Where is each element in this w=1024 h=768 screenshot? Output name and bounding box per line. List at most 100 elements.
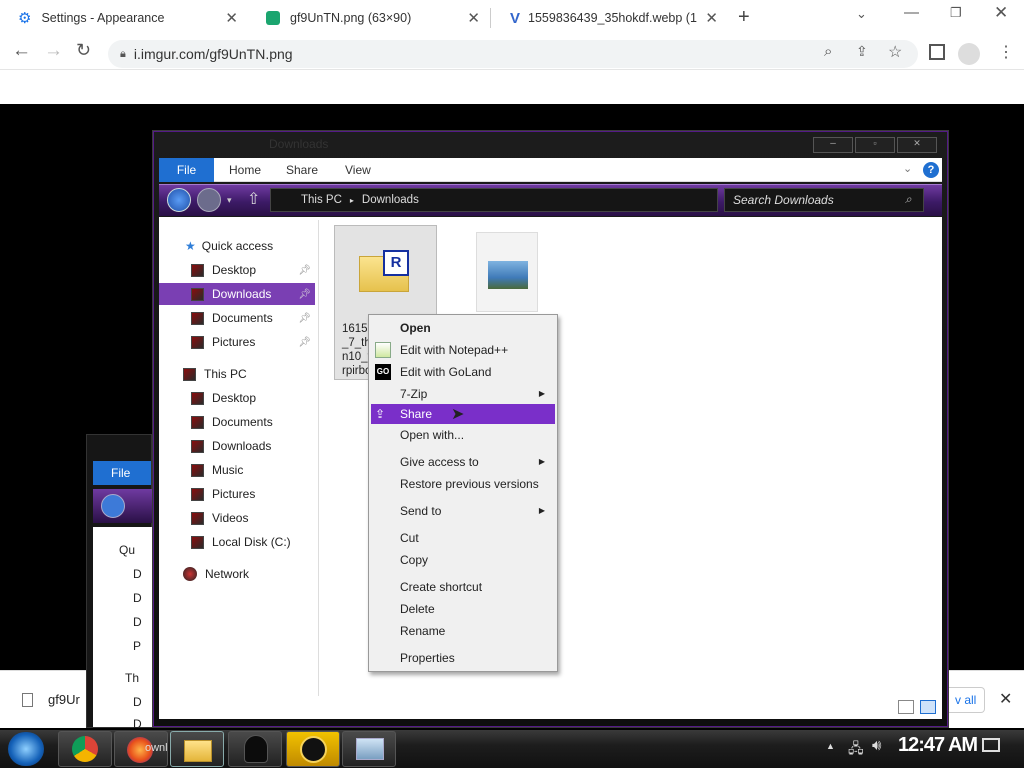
back-nav-item[interactable]: D (133, 591, 142, 605)
ribbon-tab-view[interactable]: View (345, 158, 371, 182)
menu-item-open[interactable]: Open (371, 318, 555, 338)
back-nav-item[interactable]: D (133, 615, 142, 629)
image-file-icon[interactable] (476, 232, 538, 312)
pin-icon[interactable]: 📌︎ (298, 337, 311, 348)
nav-item-pc-videos[interactable]: Videos (159, 507, 315, 529)
back-nav-item[interactable]: P (133, 639, 141, 653)
min-button[interactable]: – (813, 137, 853, 153)
back-quick-access[interactable]: Qu (119, 543, 135, 557)
nav-item-pc-music[interactable]: Music (159, 459, 315, 481)
pin-icon[interactable]: 📌︎ (298, 265, 311, 276)
menu-item-goland[interactable]: GO Edit with GoLand (371, 362, 555, 382)
download-item-name[interactable]: gf9Ur (48, 692, 80, 707)
tab-webp[interactable]: V 1559836439_35hokdf.webp (1 ✕ (492, 0, 728, 36)
menu-item-restore-versions[interactable]: Restore previous versions (371, 474, 555, 494)
menu-item-cut[interactable]: Cut (371, 528, 555, 548)
ribbon-expand-icon[interactable]: ⌄ (903, 162, 912, 175)
ribbon-tab-file[interactable]: File (159, 158, 214, 182)
notification-icon[interactable] (982, 738, 1000, 752)
menu-item-give-access[interactable]: Give access to ▶ (371, 452, 555, 472)
nav-item-pc-pictures[interactable]: Pictures (159, 483, 315, 505)
max-button[interactable]: ▫ (855, 137, 895, 153)
back-nav-item[interactable]: D (133, 717, 142, 731)
back-arrow-icon[interactable]: ← (12, 40, 31, 62)
back-arrow-icon[interactable] (167, 188, 191, 212)
help-icon[interactable]: ? (923, 162, 939, 178)
menu-item-open-with[interactable]: Open with... (371, 425, 555, 445)
search-icon[interactable]: ⌕ (824, 43, 832, 60)
recent-dropdown-icon[interactable]: ▾ (227, 195, 232, 206)
taskbar-clock[interactable]: 12:47 AM (898, 734, 978, 757)
close-tab-icon[interactable]: ✕ (225, 9, 238, 27)
close-button[interactable]: ✕ (897, 137, 937, 153)
kebab-menu-icon[interactable]: ⋮ (998, 42, 1014, 62)
taskbar-app-monitor[interactable] (342, 731, 396, 767)
close-tab-icon[interactable]: ✕ (467, 9, 480, 27)
breadcrumb-this-pc[interactable]: This PC (301, 194, 342, 206)
nav-item-pc-documents[interactable]: Documents (159, 411, 315, 433)
taskbar-app-hooded[interactable] (228, 731, 282, 767)
menu-item-7zip[interactable]: 7-Zip ▶ (371, 384, 555, 404)
menu-item-rename[interactable]: Rename (371, 621, 555, 641)
nav-network[interactable]: Network (159, 563, 315, 585)
nav-item-pc-downloads[interactable]: Downloads (159, 435, 315, 457)
profile-avatar-icon[interactable] (958, 43, 980, 65)
start-button-icon[interactable] (8, 732, 44, 766)
back-nav-icon[interactable] (101, 494, 125, 518)
chevron-down-icon[interactable]: ⌄ (856, 6, 867, 22)
reload-icon[interactable]: ↻ (76, 40, 91, 61)
nav-item-downloads[interactable]: Downloads 📌︎ (159, 283, 315, 305)
back-nav-item[interactable]: D (133, 567, 142, 581)
ribbon-tab-share[interactable]: Share (286, 158, 318, 182)
bookmark-star-icon[interactable]: ☆ (888, 42, 902, 62)
menu-item-send-to[interactable]: Send to ▶ (371, 501, 555, 521)
menu-item-properties[interactable]: Properties (371, 648, 555, 668)
tab-settings[interactable]: ⚙ Settings - Appearance ✕ (0, 0, 248, 36)
nav-this-pc[interactable]: This PC (159, 363, 315, 385)
restore-icon[interactable]: ❐ (950, 5, 962, 21)
nav-item-local-disk[interactable]: Local Disk (C:) (159, 531, 315, 553)
breadcrumb-downloads[interactable]: Downloads (362, 194, 419, 206)
up-arrow-icon[interactable]: ⇧ (247, 189, 260, 209)
breadcrumb[interactable]: This PC ▸ Downloads (270, 188, 718, 212)
search-input[interactable]: Search Downloads ⌕ (724, 188, 924, 212)
nav-item-pictures[interactable]: Pictures 📌︎ (159, 331, 315, 353)
new-tab-icon[interactable]: + (738, 6, 750, 29)
nav-item-pc-desktop[interactable]: Desktop (159, 387, 315, 409)
pin-icon[interactable]: 📌︎ (298, 313, 311, 324)
pin-icon[interactable]: 📌︎ (298, 289, 311, 300)
show-all-button[interactable]: v all (949, 687, 985, 713)
large-icons-view-icon[interactable] (920, 700, 936, 714)
close-tab-icon[interactable]: ✕ (705, 9, 718, 27)
taskbar-chrome[interactable] (58, 731, 112, 767)
back-this-pc[interactable]: Th (125, 671, 139, 685)
back-nav-item[interactable]: D (133, 695, 142, 709)
taskbar-firefox[interactable]: ownlo (114, 731, 168, 767)
ribbon-tab-home[interactable]: Home (229, 158, 261, 182)
tab-image[interactable]: gf9UnTN.png (63×90) ✕ (248, 0, 490, 36)
network-tray-icon[interactable]: 🖧︎ (848, 738, 864, 762)
menu-item-notepadpp[interactable]: Edit with Notepad++ (371, 340, 555, 360)
nav-quick-access[interactable]: ★ Quick access (159, 235, 315, 257)
menu-item-copy[interactable]: Copy (371, 550, 555, 570)
background-explorer-window[interactable]: File Qu D D D P Th D D (86, 434, 153, 731)
side-panel-icon[interactable] (929, 44, 945, 60)
back-file-tab[interactable]: File (93, 461, 151, 485)
taskbar-explorer[interactable] (170, 731, 224, 767)
close-window-icon[interactable]: ✕ (994, 3, 1008, 23)
pane-divider[interactable] (318, 220, 319, 696)
menu-item-create-shortcut[interactable]: Create shortcut (371, 577, 555, 597)
share-page-icon[interactable]: ⇪ (856, 43, 868, 60)
nav-item-documents[interactable]: Documents 📌︎ (159, 307, 315, 329)
forward-arrow-icon[interactable]: → (44, 40, 63, 62)
taskbar-app-lion[interactable] (286, 731, 340, 767)
forward-arrow-icon[interactable] (197, 188, 221, 212)
volume-icon[interactable]: 🔊︎ (872, 737, 881, 754)
details-view-icon[interactable] (898, 700, 914, 714)
nav-item-desktop[interactable]: Desktop 📌︎ (159, 259, 315, 281)
minimize-icon[interactable]: — (904, 4, 919, 21)
show-hidden-icons-icon[interactable]: ▲ (826, 741, 835, 751)
address-bar[interactable]: 🔒︎ i.imgur.com/gf9UnTN.png ⌕ ⇪ ☆ (108, 40, 918, 68)
menu-item-delete[interactable]: Delete (371, 599, 555, 619)
close-download-bar-icon[interactable]: ✕ (999, 689, 1012, 709)
